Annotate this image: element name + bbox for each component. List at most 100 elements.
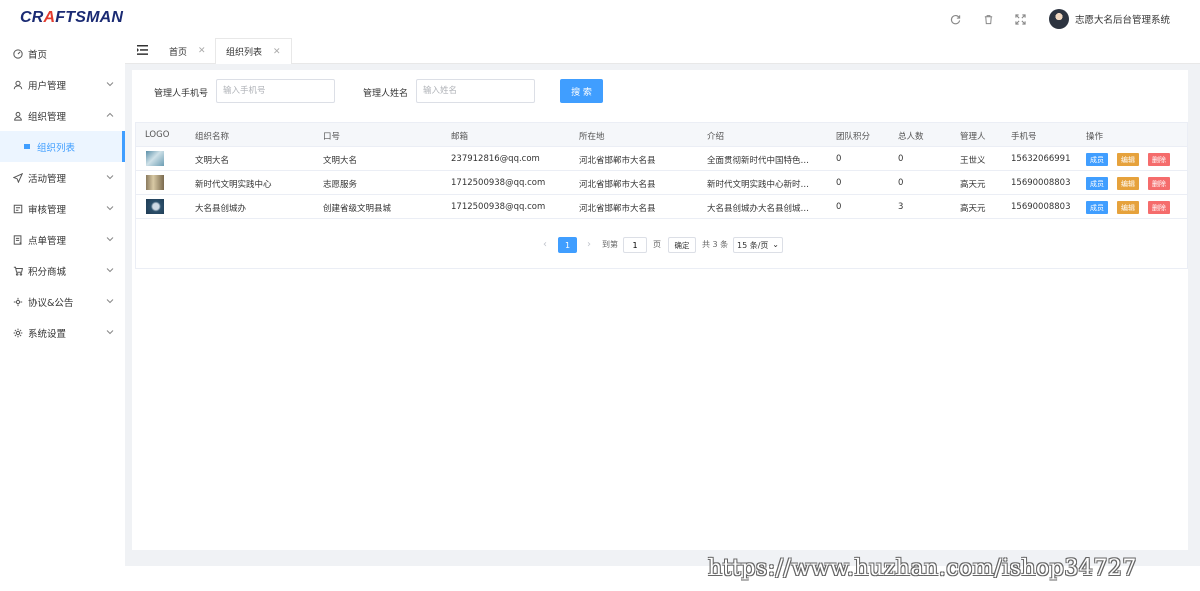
chevron-down-icon	[106, 82, 114, 87]
sidebar-item-label: 用户管理	[28, 80, 67, 92]
org-name: 大名县创城办	[195, 204, 247, 214]
org-logo-image	[146, 199, 164, 214]
sidebar-item-points-mall[interactable]: 积分商城	[0, 255, 125, 286]
members-button[interactable]: 成员	[1086, 201, 1108, 214]
sidebar-item-organization[interactable]: 组织管理	[0, 100, 125, 131]
org-table: LOGO 组织名称 口号 邮箱 所在地 介绍 团队积分 总人数 管理人 手机号 …	[135, 122, 1188, 269]
members-button[interactable]: 成员	[1086, 177, 1108, 190]
org-logo-image	[146, 175, 164, 190]
column-header: 邮箱	[451, 132, 469, 142]
org-phone: 15690008803	[1011, 178, 1071, 188]
org-total: 0	[898, 154, 904, 164]
prev-page-icon[interactable]: ‹	[543, 239, 547, 250]
org-location: 河北省邯郸市大名县	[579, 204, 656, 214]
org-intro: 新时代文明实践中心新时…	[707, 180, 810, 190]
sidebar-item-settings[interactable]: 系统设置	[0, 317, 125, 348]
chevron-down-icon	[106, 268, 114, 273]
org-manager: 高天元	[960, 204, 986, 214]
org-total: 3	[898, 202, 904, 212]
app-root: CRAFTSMAN 志愿大名后台管理系统 首页 用户管理 组织管理 组织列表 活…	[0, 0, 1200, 591]
edit-button[interactable]: 编辑	[1117, 201, 1139, 214]
group-icon	[12, 110, 24, 122]
dashboard-icon	[12, 48, 24, 60]
org-manager: 王世义	[960, 156, 986, 166]
close-icon[interactable]: ✕	[198, 46, 206, 56]
org-email: 237912816@qq.com	[451, 154, 540, 164]
goto-label: 到第	[602, 240, 618, 249]
column-header: 口号	[323, 132, 341, 142]
org-manager: 高天元	[960, 180, 986, 190]
sidebar-item-org-list[interactable]: 组织列表	[0, 131, 125, 162]
column-header: 手机号	[1011, 132, 1037, 142]
audit-icon	[12, 203, 24, 215]
page-size-select[interactable]: 15 条/页 ⌄	[733, 237, 783, 253]
org-slogan: 文明大名	[323, 156, 358, 166]
org-phone: 15690008803	[1011, 202, 1071, 212]
tab-home[interactable]: 首页 ✕	[159, 38, 216, 64]
chevron-down-icon	[106, 175, 114, 180]
table-row: 文明大名 文明大名 237912816@qq.com 河北省邯郸市大名县 全面贯…	[136, 147, 1187, 171]
page-number-current[interactable]: 1	[558, 237, 577, 253]
menu-toggle-icon[interactable]	[137, 45, 148, 55]
org-intro: 全面贯彻新时代中国特色…	[707, 156, 810, 166]
user-icon	[12, 79, 24, 91]
column-header: 介绍	[707, 132, 725, 142]
close-icon[interactable]: ✕	[273, 47, 281, 57]
page-unit-label: 页	[653, 240, 661, 249]
sidebar-item-label: 活动管理	[28, 173, 67, 185]
brand-logo: CRAFTSMAN	[20, 9, 124, 26]
sidebar-item-orders[interactable]: 点单管理	[0, 224, 125, 255]
org-email: 1712500938@qq.com	[451, 202, 546, 212]
refresh-icon[interactable]	[947, 11, 963, 27]
notice-icon	[12, 296, 24, 308]
tab-org-list[interactable]: 组织列表 ✕	[215, 38, 292, 64]
name-search-input[interactable]	[416, 79, 535, 103]
delete-button[interactable]: 删除	[1148, 153, 1170, 166]
list-icon	[24, 144, 30, 149]
org-phone: 15632066991	[1011, 154, 1071, 164]
org-points: 0	[836, 178, 842, 188]
members-button[interactable]: 成员	[1086, 153, 1108, 166]
table-row: 新时代文明实践中心 志愿服务 1712500938@qq.com 河北省邯郸市大…	[136, 171, 1187, 195]
fullscreen-icon[interactable]	[1012, 11, 1028, 27]
phone-search-input[interactable]	[216, 79, 335, 103]
sidebar-item-label: 审核管理	[28, 204, 67, 216]
goto-page-input[interactable]	[623, 237, 647, 253]
sidebar-item-label: 点单管理	[28, 235, 67, 247]
total-count: 共 3 条	[702, 240, 729, 249]
chevron-down-icon	[106, 330, 114, 335]
sidebar-item-audit[interactable]: 审核管理	[0, 193, 125, 224]
delete-button[interactable]: 删除	[1148, 201, 1170, 214]
org-name: 新时代文明实践中心	[195, 180, 272, 190]
sidebar-item-activity[interactable]: 活动管理	[0, 162, 125, 193]
column-header: 操作	[1086, 132, 1104, 142]
watermark-text: https://www.huzhan.com/ishop34727	[708, 556, 1137, 581]
org-name: 文明大名	[195, 156, 230, 166]
column-header: 所在地	[579, 132, 605, 142]
goto-confirm-button[interactable]: 确定	[668, 237, 696, 253]
search-button[interactable]: 搜 索	[560, 79, 603, 103]
tab-bar: 首页 ✕ 组织列表 ✕	[125, 38, 1200, 64]
sidebar-item-home[interactable]: 首页	[0, 38, 125, 69]
edit-button[interactable]: 编辑	[1117, 153, 1139, 166]
trash-icon[interactable]	[980, 11, 996, 27]
org-location: 河北省邯郸市大名县	[579, 156, 656, 166]
sidebar-item-users[interactable]: 用户管理	[0, 69, 125, 100]
table-row: 大名县创城办 创建省级文明县城 1712500938@qq.com 河北省邯郸市…	[136, 195, 1187, 219]
sidebar-item-notice[interactable]: 协议&公告	[0, 286, 125, 317]
chevron-down-icon: ⌄	[772, 240, 779, 249]
user-name[interactable]: 志愿大名后台管理系统	[1075, 12, 1170, 26]
next-page-icon[interactable]: ›	[587, 239, 591, 250]
avatar[interactable]	[1049, 9, 1069, 29]
page-size-value: 15 条/页	[737, 240, 769, 250]
org-intro: 大名县创城办大名县创城…	[707, 204, 810, 214]
top-header: CRAFTSMAN 志愿大名后台管理系统	[0, 0, 1200, 38]
column-header: 组织名称	[195, 132, 230, 142]
edit-button[interactable]: 编辑	[1117, 177, 1139, 190]
chevron-down-icon	[106, 237, 114, 242]
org-points: 0	[836, 154, 842, 164]
delete-button[interactable]: 删除	[1148, 177, 1170, 190]
tab-label: 首页	[169, 47, 188, 58]
table-header: LOGO 组织名称 口号 邮箱 所在地 介绍 团队积分 总人数 管理人 手机号 …	[136, 123, 1187, 147]
chevron-down-icon	[106, 206, 114, 211]
